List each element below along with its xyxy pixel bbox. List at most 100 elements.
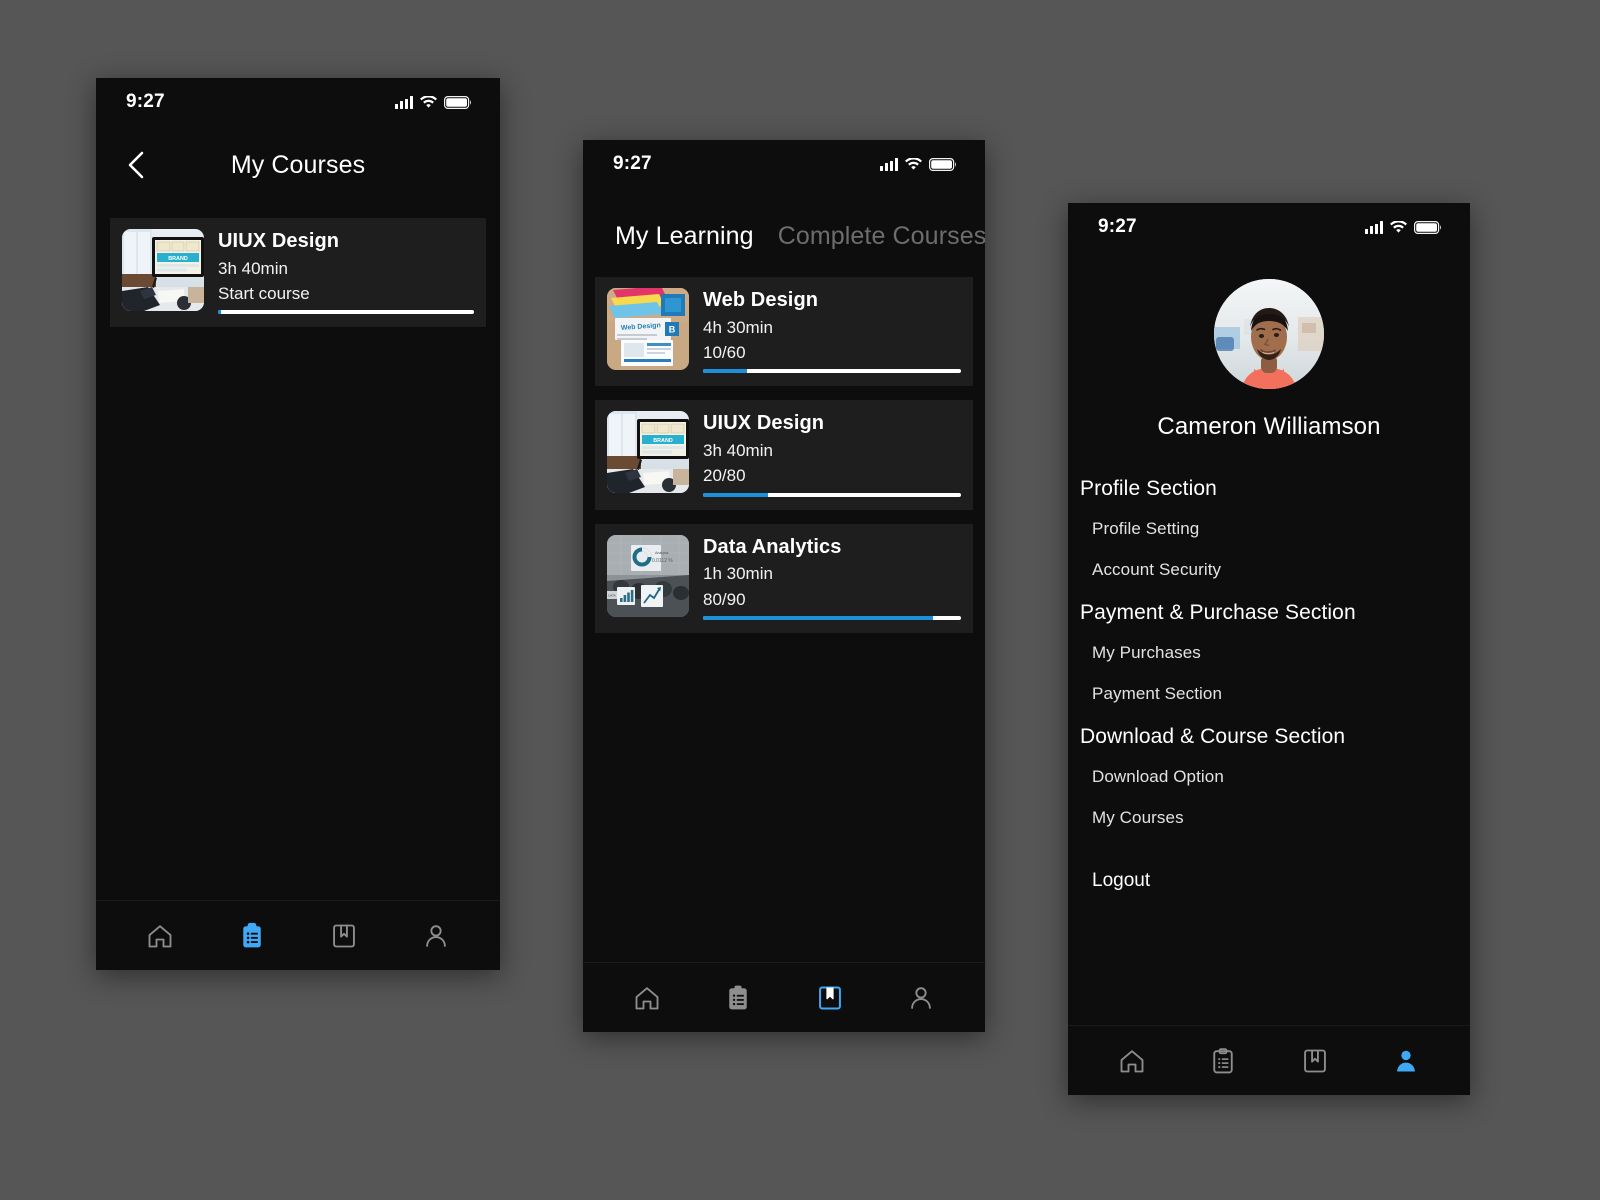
course-progress-bar: [703, 492, 961, 497]
nav-item-profile[interactable]: [409, 911, 463, 961]
svg-text:B: B: [669, 325, 676, 335]
nav-item-home[interactable]: [133, 911, 187, 961]
course-info: UIUX Design 3h 40min Start course: [218, 229, 474, 315]
course-card[interactable]: Web Design B Web Design 4h 30min 10/60: [595, 277, 973, 387]
menu-item-my-purchases[interactable]: My Purchases: [1080, 643, 1470, 663]
courses-header: My Courses: [96, 126, 500, 204]
person-icon: [426, 924, 446, 947]
nav-item-home[interactable]: [1105, 1036, 1159, 1086]
course-card[interactable]: Analysis 0.0112 % DATA Data Analytics 1h…: [595, 523, 973, 634]
status-bar: 9:27: [96, 78, 500, 126]
logout-button[interactable]: Logout: [1080, 870, 1470, 892]
menu-item-download-option[interactable]: Download Option: [1080, 767, 1470, 787]
course-card[interactable]: BRAND UIUX Design 3h 40min Start course: [110, 218, 486, 328]
battery-icon: [444, 95, 472, 109]
course-progress-bar: [218, 310, 474, 315]
wifi-icon: [420, 95, 437, 109]
menu-item-payment-section[interactable]: Payment Section: [1080, 684, 1470, 704]
phone-screen-my-courses: 9:27 My Courses BRAND UIUX Design 3h 40m…: [96, 78, 500, 970]
profile-header: Cameron Williamson: [1068, 251, 1470, 441]
course-progress-bar: [703, 616, 961, 621]
avatar[interactable]: [1214, 279, 1324, 389]
nav-item-courses[interactable]: [1196, 1036, 1250, 1086]
uiux-design-thumbnail: BRAND: [607, 411, 689, 494]
signal-icon: [1365, 220, 1383, 234]
nav-item-bookmarks[interactable]: [1288, 1036, 1342, 1086]
menu-section-heading: Payment & Purchase Section: [1080, 601, 1356, 624]
battery-icon: [929, 157, 957, 171]
status-icons: [880, 157, 957, 171]
wifi-icon: [905, 157, 922, 171]
signal-icon: [880, 157, 898, 171]
nav-item-profile[interactable]: [1379, 1036, 1433, 1086]
menu-item-account-security[interactable]: Account Security: [1080, 560, 1470, 580]
nav-item-profile[interactable]: [894, 973, 948, 1023]
person-icon: [1397, 1050, 1416, 1071]
course-progress-fill: [703, 616, 933, 621]
course-info: UIUX Design 3h 40min 20/80: [703, 411, 961, 497]
clipboard-icon: [1213, 1047, 1233, 1073]
course-progress-fill: [703, 369, 747, 374]
nav-item-home[interactable]: [620, 973, 674, 1023]
course-title: UIUX Design: [218, 230, 340, 252]
menu-section-heading: Download & Course Section: [1080, 725, 1346, 748]
course-info: Web Design 4h 30min 10/60: [703, 288, 961, 374]
course-duration: 3h 40min: [218, 258, 288, 278]
course-action-label: Start course: [218, 283, 310, 303]
bookmark-icon: [818, 986, 841, 1009]
course-progress-fill: [218, 310, 221, 315]
battery-icon: [1414, 220, 1442, 234]
bottom-nav: [583, 962, 985, 1032]
status-icons: [395, 95, 472, 109]
web-design-thumbnail: Web Design B: [607, 288, 689, 370]
page-title: My Courses: [230, 150, 366, 179]
course-title: Data Analytics: [703, 535, 842, 558]
svg-text:0.0112 %: 0.0112 %: [652, 558, 673, 564]
learning-course-list: Web Design B Web Design 4h 30min 10/60 B…: [583, 277, 985, 962]
svg-text:DATA: DATA: [608, 593, 616, 597]
status-icons: [1365, 220, 1442, 234]
clipboard-icon: [729, 985, 747, 1009]
tab-my-learning[interactable]: My Learning: [615, 222, 754, 251]
status-bar: 9:27: [583, 140, 985, 188]
nav-item-courses[interactable]: [711, 973, 765, 1023]
menu-section-download: Download & Course Section Download Optio…: [1080, 725, 1470, 828]
course-info: Data Analytics 1h 30min 80/90: [703, 535, 961, 621]
status-time: 9:27: [1098, 216, 1137, 237]
menu-item-my-courses[interactable]: My Courses: [1080, 808, 1470, 828]
course-card[interactable]: BRAND UIUX Design 3h 40min 20/80: [595, 400, 973, 510]
home-icon: [1120, 1049, 1144, 1072]
bookmark-icon: [1303, 1049, 1326, 1072]
nav-item-bookmarks[interactable]: [317, 911, 371, 961]
svg-text:Analysis: Analysis: [655, 551, 669, 555]
menu-item-profile-setting[interactable]: Profile Setting: [1080, 519, 1470, 539]
phone-screen-profile: 9:27 Cameron Williamson Profile Section …: [1068, 203, 1470, 1095]
phone-screen-my-learning: 9:27 My Learning Complete Courses Web De…: [583, 140, 985, 1032]
menu-section-payment: Payment & Purchase Section My Purchases …: [1080, 601, 1470, 704]
courses-list: BRAND UIUX Design 3h 40min Start course: [96, 204, 500, 900]
course-title: Web Design: [703, 289, 819, 311]
course-progress-label: 20/80: [703, 466, 746, 486]
status-time: 9:27: [613, 153, 652, 174]
status-bar: 9:27: [1068, 203, 1470, 251]
wifi-icon: [1390, 220, 1407, 234]
nav-item-courses[interactable]: [225, 911, 279, 961]
home-icon: [148, 924, 172, 947]
profile-menu: Profile Section Profile Setting Account …: [1068, 441, 1470, 1025]
back-button[interactable]: [118, 148, 152, 182]
course-title: UIUX Design: [703, 412, 825, 435]
tab-complete-courses[interactable]: Complete Courses: [778, 222, 985, 251]
data-analytics-thumbnail: Analysis 0.0112 % DATA: [607, 534, 689, 617]
chevron-left-icon: [128, 151, 143, 179]
menu-section-profile: Profile Section Profile Setting Account …: [1080, 477, 1470, 580]
clipboard-icon: [243, 922, 261, 947]
course-duration: 1h 30min: [703, 564, 773, 584]
status-time: 9:27: [126, 91, 165, 112]
profile-name: Cameron Williamson: [1157, 413, 1381, 440]
svg-text:BRAND: BRAND: [653, 438, 673, 444]
learning-tabs: My Learning Complete Courses: [583, 188, 985, 277]
nav-item-bookmarks[interactable]: [803, 973, 857, 1023]
home-icon: [635, 986, 659, 1009]
bottom-nav: [1068, 1025, 1470, 1095]
course-progress-label: 10/60: [703, 342, 746, 362]
